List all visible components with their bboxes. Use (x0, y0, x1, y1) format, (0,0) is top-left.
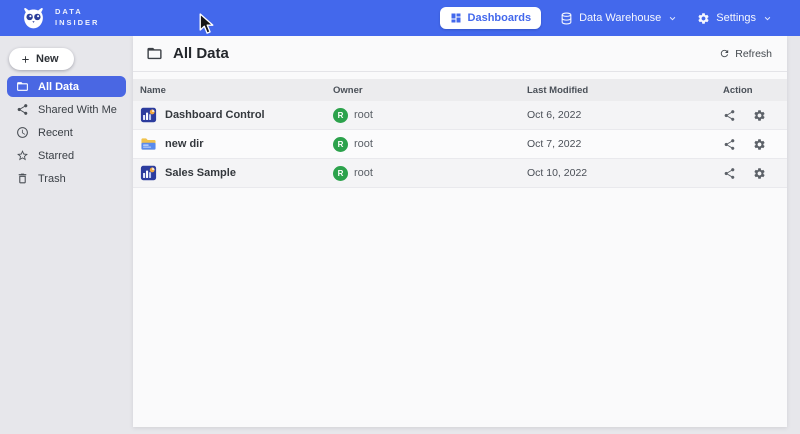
share-icon (723, 138, 736, 151)
folder-icon (146, 45, 163, 62)
share-button[interactable] (723, 138, 736, 151)
dashboard-file-icon (140, 107, 157, 123)
new-button[interactable]: New (9, 48, 74, 70)
row-owner-cell: R root (333, 108, 527, 123)
data-table: Name Owner Last Modified Action Dashboar… (133, 79, 787, 188)
sidebar-item-label: Recent (38, 127, 73, 139)
gear-icon (753, 167, 766, 180)
row-actions (723, 138, 787, 151)
header-nav: Dashboards Data Warehouse Settings (440, 7, 800, 29)
sidebar-item-all-data[interactable]: All Data (7, 76, 126, 97)
column-header-name: Name (140, 85, 333, 96)
clock-icon (16, 126, 29, 139)
share-icon (723, 167, 736, 180)
plus-icon (20, 54, 31, 65)
owl-logo-icon (21, 6, 46, 31)
owner-avatar: R (333, 137, 348, 152)
refresh-label: Refresh (735, 48, 772, 60)
row-settings-button[interactable] (753, 109, 766, 122)
nav-dashboards-label: Dashboards (468, 12, 532, 24)
new-button-label: New (36, 53, 59, 65)
row-name-cell[interactable]: Sales Sample (140, 165, 333, 181)
app-logo: DATA INSIDER (0, 6, 99, 31)
nav-data-warehouse-menu[interactable]: Data Warehouse (560, 12, 678, 25)
chevron-down-icon (667, 13, 678, 24)
row-name: Dashboard Control (165, 109, 265, 121)
share-button[interactable] (723, 109, 736, 122)
row-actions (723, 109, 787, 122)
sidebar-item-label: Shared With Me (38, 104, 117, 116)
sidebar-item-starred[interactable]: Starred (7, 145, 126, 166)
gear-icon (753, 109, 766, 122)
share-icon (723, 109, 736, 122)
page-header: All Data Refresh (133, 36, 787, 72)
owner-name: root (354, 167, 373, 179)
sidebar-item-label: All Data (38, 81, 79, 93)
share-button[interactable] (723, 167, 736, 180)
app-name-line2: INSIDER (55, 18, 99, 29)
database-icon (560, 12, 573, 25)
app-header: DATA INSIDER Dashboards Data Warehouse S… (0, 0, 800, 36)
nav-settings-menu[interactable]: Settings (697, 12, 773, 25)
app-name: DATA INSIDER (55, 7, 99, 29)
app-name-line1: DATA (55, 7, 99, 18)
page-title: All Data (173, 45, 229, 62)
column-header-action: Action (723, 85, 787, 96)
row-name-cell[interactable]: Dashboard Control (140, 107, 333, 123)
row-name-cell[interactable]: new dir (140, 136, 333, 152)
row-owner-cell: R root (333, 166, 527, 181)
owner-name: root (354, 109, 373, 121)
row-name: new dir (165, 138, 204, 150)
table-row[interactable]: new dir R root Oct 7, 2022 (133, 130, 787, 159)
row-last-modified: Oct 10, 2022 (527, 167, 723, 179)
dashboards-icon (450, 12, 462, 24)
refresh-button[interactable]: Refresh (719, 48, 772, 60)
owner-avatar: R (333, 166, 348, 181)
nav-data-warehouse-label: Data Warehouse (579, 12, 661, 24)
nav-dashboards-button[interactable]: Dashboards (440, 7, 542, 29)
row-settings-button[interactable] (753, 138, 766, 151)
owner-avatar: R (333, 108, 348, 123)
column-header-owner: Owner (333, 85, 527, 96)
dashboard-file-icon (140, 165, 157, 181)
row-name: Sales Sample (165, 167, 236, 179)
folder-icon (16, 80, 29, 93)
folder-color-icon (140, 136, 157, 152)
trash-icon (16, 172, 29, 185)
star-icon (16, 149, 29, 162)
table-row[interactable]: Sales Sample R root Oct 10, 2022 (133, 159, 787, 188)
gear-icon (697, 12, 710, 25)
gear-icon (753, 138, 766, 151)
table-header-row: Name Owner Last Modified Action (133, 79, 787, 101)
row-settings-button[interactable] (753, 167, 766, 180)
row-owner-cell: R root (333, 137, 527, 152)
nav-settings-label: Settings (716, 12, 756, 24)
chevron-down-icon (762, 13, 773, 24)
column-header-last-modified: Last Modified (527, 85, 723, 96)
refresh-icon (719, 48, 730, 59)
sidebar-item-shared-with-me[interactable]: Shared With Me (7, 99, 126, 120)
row-actions (723, 167, 787, 180)
sidebar-menu: All Data Shared With Me Recent Starred T… (0, 76, 133, 189)
sidebar: New All Data Shared With Me Recent Starr… (0, 36, 133, 434)
sidebar-item-recent[interactable]: Recent (7, 122, 126, 143)
main-content: All Data Refresh Name Owner Last Modifie… (133, 36, 787, 427)
table-row[interactable]: Dashboard Control R root Oct 6, 2022 (133, 101, 787, 130)
owner-name: root (354, 138, 373, 150)
sidebar-item-label: Starred (38, 150, 74, 162)
row-last-modified: Oct 6, 2022 (527, 109, 723, 121)
sidebar-item-label: Trash (38, 173, 66, 185)
sidebar-item-trash[interactable]: Trash (7, 168, 126, 189)
row-last-modified: Oct 7, 2022 (527, 138, 723, 150)
share-icon (16, 103, 29, 116)
